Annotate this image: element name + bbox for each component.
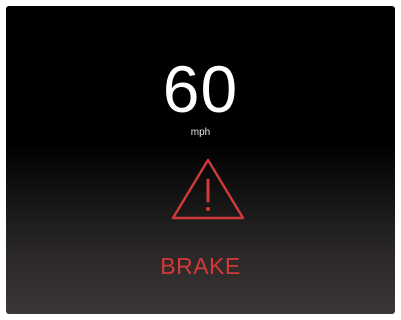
warning-triangle-icon — [169, 156, 247, 222]
dashboard-display: 60 mph BRAKE — [6, 6, 395, 314]
brake-alert-label: BRAKE — [160, 253, 241, 279]
speed-readout: 60 — [162, 52, 239, 126]
speed-unit-label: mph — [190, 127, 211, 138]
